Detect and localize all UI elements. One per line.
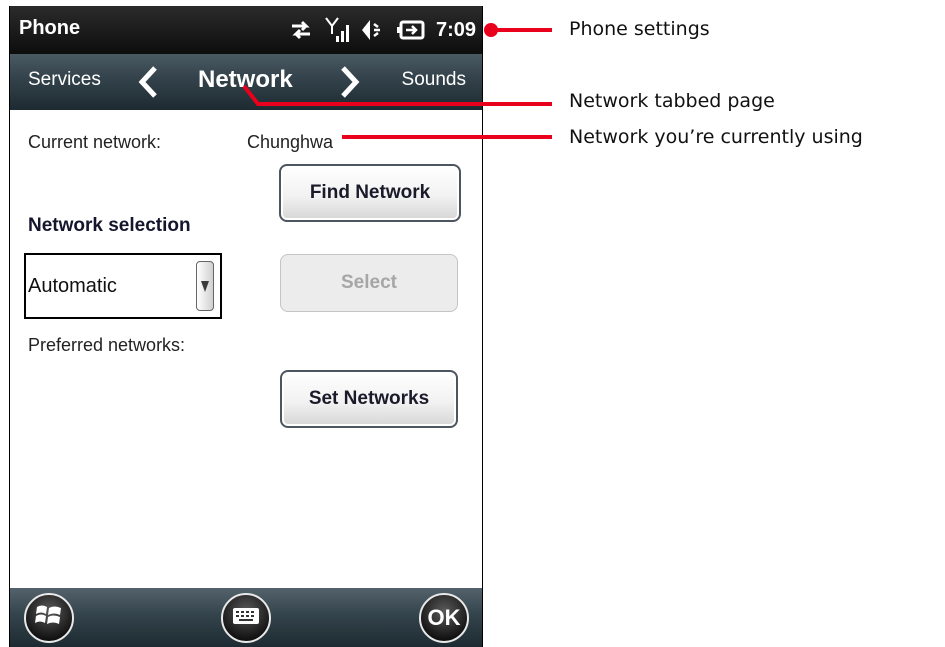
callout-lines	[242, 23, 552, 139]
callout-network-tab: Network tabbed page	[569, 90, 775, 112]
callout-phone-settings: Phone settings	[569, 18, 710, 40]
callout-line-network-tab	[242, 84, 552, 106]
callout-current-network: Network you’re currently using	[569, 126, 863, 148]
